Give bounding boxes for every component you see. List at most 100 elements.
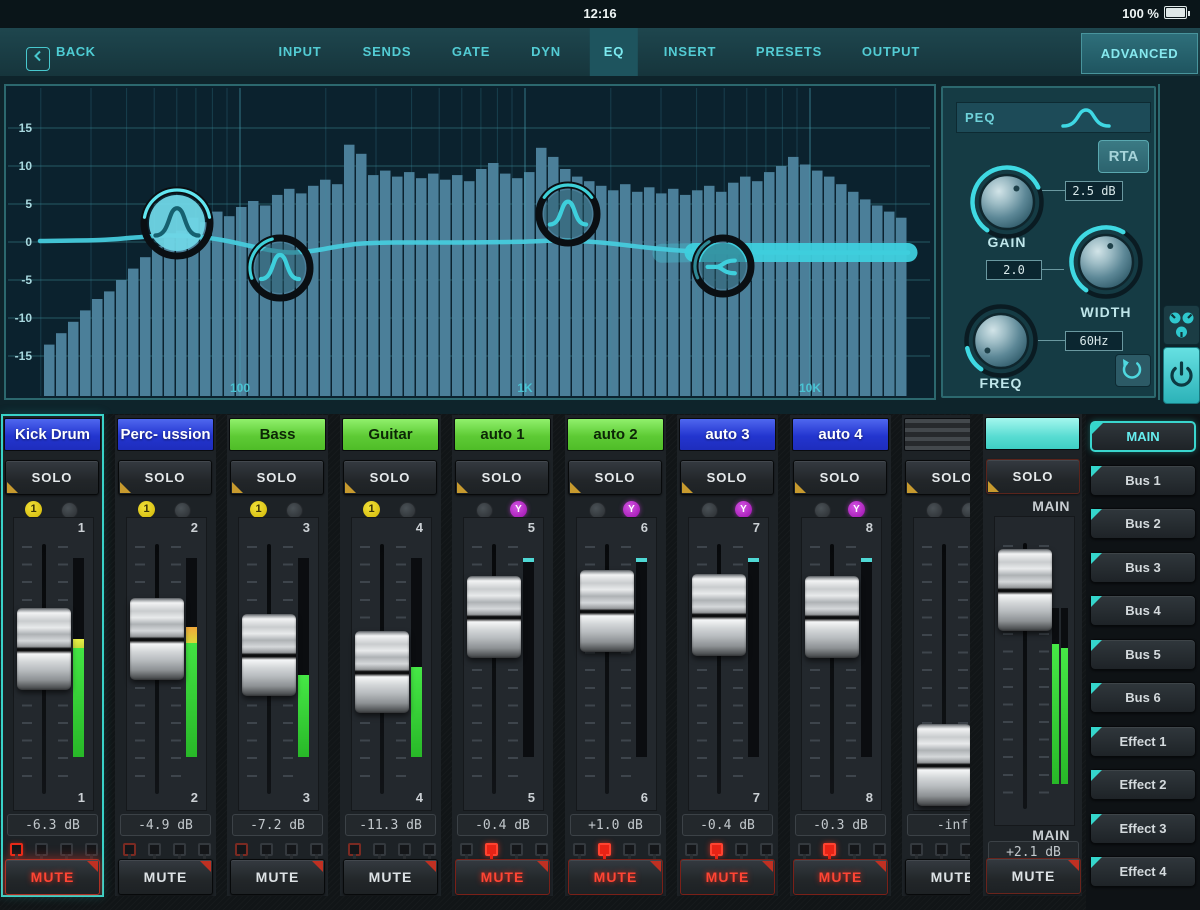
tab-sends[interactable]: SENDS [349, 28, 426, 76]
fader-handle[interactable] [805, 576, 859, 658]
solo-button[interactable]: SOLO [455, 460, 549, 495]
fader-handle[interactable] [917, 724, 970, 806]
tab-eq[interactable]: EQ [589, 28, 639, 76]
width-value: 2.0 [986, 260, 1042, 280]
channel-number: 3 [302, 520, 310, 535]
channel-name[interactable] [904, 418, 970, 451]
eq-section: 15 10 5 0 -5 -10 -15 100 1K 10K PEQ RTA GAIN WIDT… [0, 76, 1200, 414]
channel-name[interactable]: Perc- ussion [117, 418, 214, 451]
solo-corner-icon [120, 482, 131, 493]
fader-handle[interactable] [130, 598, 184, 680]
bus-button-bus-2[interactable]: Bus 2 [1090, 508, 1196, 539]
tab-gate[interactable]: GATE [438, 28, 504, 76]
channel-strip-2[interactable]: Perc- ussion SOLO 1 2 2 -4.9 dB MUTE [115, 415, 216, 896]
rta-bar [812, 170, 823, 396]
back-button[interactable]: BACK [26, 28, 96, 76]
bus-button-effect-4[interactable]: Effect 4 [1090, 856, 1196, 887]
channel-name[interactable]: auto 3 [679, 418, 776, 451]
bus-button-bus-5[interactable]: Bus 5 [1090, 638, 1196, 670]
channel-strip-5[interactable]: auto 1 SOLO Y 5 5 -0.4 dB MUTE [452, 415, 553, 896]
solo-button[interactable]: SOLO [5, 460, 99, 495]
level-meter [186, 558, 197, 757]
mute-button[interactable]: MUTE [230, 859, 325, 895]
fader-handle[interactable] [355, 631, 409, 713]
channel-name[interactable]: Bass [229, 418, 326, 451]
main-label-top: MAIN [1032, 498, 1070, 514]
eq-type-dropdown[interactable]: PEQ [956, 102, 1151, 133]
mute-button[interactable]: MUTE [5, 859, 100, 895]
main-fader-handle[interactable] [998, 549, 1052, 631]
channel-strip-3[interactable]: Bass SOLO 1 3 3 -7.2 dB MUTE [227, 415, 328, 896]
reset-button[interactable] [1115, 354, 1151, 387]
x-axis-label: 100 [230, 381, 250, 395]
rta-button[interactable]: RTA [1098, 140, 1149, 173]
mute-button[interactable]: MUTE [455, 859, 550, 895]
power-button[interactable] [1163, 347, 1200, 404]
eq-band-4-handle[interactable] [691, 234, 755, 298]
main-channel-name[interactable] [985, 417, 1080, 450]
tab-dyn[interactable]: DYN [517, 28, 575, 76]
tab-presets[interactable]: PRESETS [742, 28, 836, 76]
solo-button[interactable]: SOLO [680, 460, 774, 495]
mute-button[interactable]: MUTE [568, 859, 663, 895]
channel-strip-6[interactable]: auto 2 SOLO Y 6 6 +1.0 dB MUTE [565, 415, 666, 896]
solo-button[interactable]: SOLO [343, 460, 437, 495]
channel-strip-7[interactable]: auto 3 SOLO Y 7 7 -0.4 dB MUTE [677, 415, 778, 896]
fader-handle[interactable] [242, 614, 296, 696]
solo-button[interactable]: SOLO [568, 460, 662, 495]
eq-band-3-handle[interactable] [535, 181, 601, 247]
freq-knob[interactable] [959, 299, 1043, 383]
advanced-button[interactable]: ADVANCED [1081, 33, 1198, 74]
eq-graph[interactable]: 15 10 5 0 -5 -10 -15 100 1K 10K [4, 84, 936, 400]
fader-handle[interactable] [17, 608, 71, 690]
channel-name[interactable]: auto 1 [454, 418, 551, 451]
mute-corner-icon [875, 861, 886, 872]
width-knob[interactable] [1064, 220, 1148, 304]
channel-strip-4[interactable]: Guitar SOLO 1 4 4 -11.3 dB MUTE [340, 415, 441, 896]
eq-band-1-handle[interactable] [140, 186, 214, 260]
bus-button-bus-6[interactable]: Bus 6 [1090, 682, 1196, 713]
bus-button-effect-2[interactable]: Effect 2 [1090, 769, 1196, 800]
solo-corner-icon [457, 482, 468, 493]
mute-group-indicator [873, 843, 886, 859]
main-mute-button[interactable]: MUTE [986, 858, 1081, 894]
channel-name[interactable]: Guitar [342, 418, 439, 451]
bus-button-bus-3[interactable]: Bus 3 [1090, 551, 1196, 583]
mixer-section: Kick Drum SOLO 1 1 1 -6.3 dB MUTE Perc- ussion S… [0, 414, 1200, 910]
fader-value: -0.4 dB [682, 814, 773, 836]
main-channel-strip[interactable]: SOLO MAIN MAIN +2.1 dB MUTE [983, 414, 1082, 896]
mute-button[interactable]: MUTE [680, 859, 775, 895]
rta-bar [128, 268, 139, 396]
channel-name[interactable]: auto 2 [567, 418, 664, 451]
channel-strip-9[interactable]: SOLO 99 -inf MUTE [902, 415, 970, 896]
mute-button[interactable]: MUTE [118, 859, 213, 895]
mute-button[interactable]: MUTE [905, 859, 970, 895]
eq-band-2-handle[interactable] [246, 234, 314, 302]
channel-strip-1[interactable]: Kick Drum SOLO 1 1 1 -6.3 dB MUTE [1, 414, 104, 897]
bus-button-bus-1[interactable]: Bus 1 [1090, 464, 1196, 496]
tab-output[interactable]: OUTPUT [848, 28, 934, 76]
channel-name[interactable]: Kick Drum [4, 418, 101, 451]
mute-group-indicator [348, 843, 361, 859]
channel-strip-8[interactable]: auto 4 SOLO Y 8 8 -0.3 dB MUTE [790, 415, 891, 896]
tab-insert[interactable]: INSERT [650, 28, 730, 76]
bus-button-effect-3[interactable]: Effect 3 [1090, 812, 1196, 844]
fader-handle[interactable] [692, 574, 746, 656]
gain-knob[interactable] [965, 160, 1049, 244]
bus-button-main[interactable]: MAIN [1090, 421, 1196, 452]
mute-button[interactable]: MUTE [343, 859, 438, 895]
fader-handle[interactable] [580, 570, 634, 652]
bus-button-effect-1[interactable]: Effect 1 [1090, 725, 1196, 757]
mute-button[interactable]: MUTE [793, 859, 888, 895]
channel-name[interactable]: auto 4 [792, 418, 889, 451]
channel-number: 4 [415, 790, 423, 805]
channel-controls-button[interactable] [1163, 305, 1200, 345]
fader-handle[interactable] [467, 576, 521, 658]
solo-button[interactable]: SOLO [793, 460, 887, 495]
solo-button[interactable]: SOLO [118, 460, 212, 495]
solo-button[interactable]: SOLO [905, 460, 970, 495]
solo-button[interactable]: SOLO [230, 460, 324, 495]
tab-input[interactable]: INPUT [265, 28, 336, 76]
bus-button-bus-4[interactable]: Bus 4 [1090, 595, 1196, 626]
main-solo-button[interactable]: SOLO [986, 459, 1080, 494]
